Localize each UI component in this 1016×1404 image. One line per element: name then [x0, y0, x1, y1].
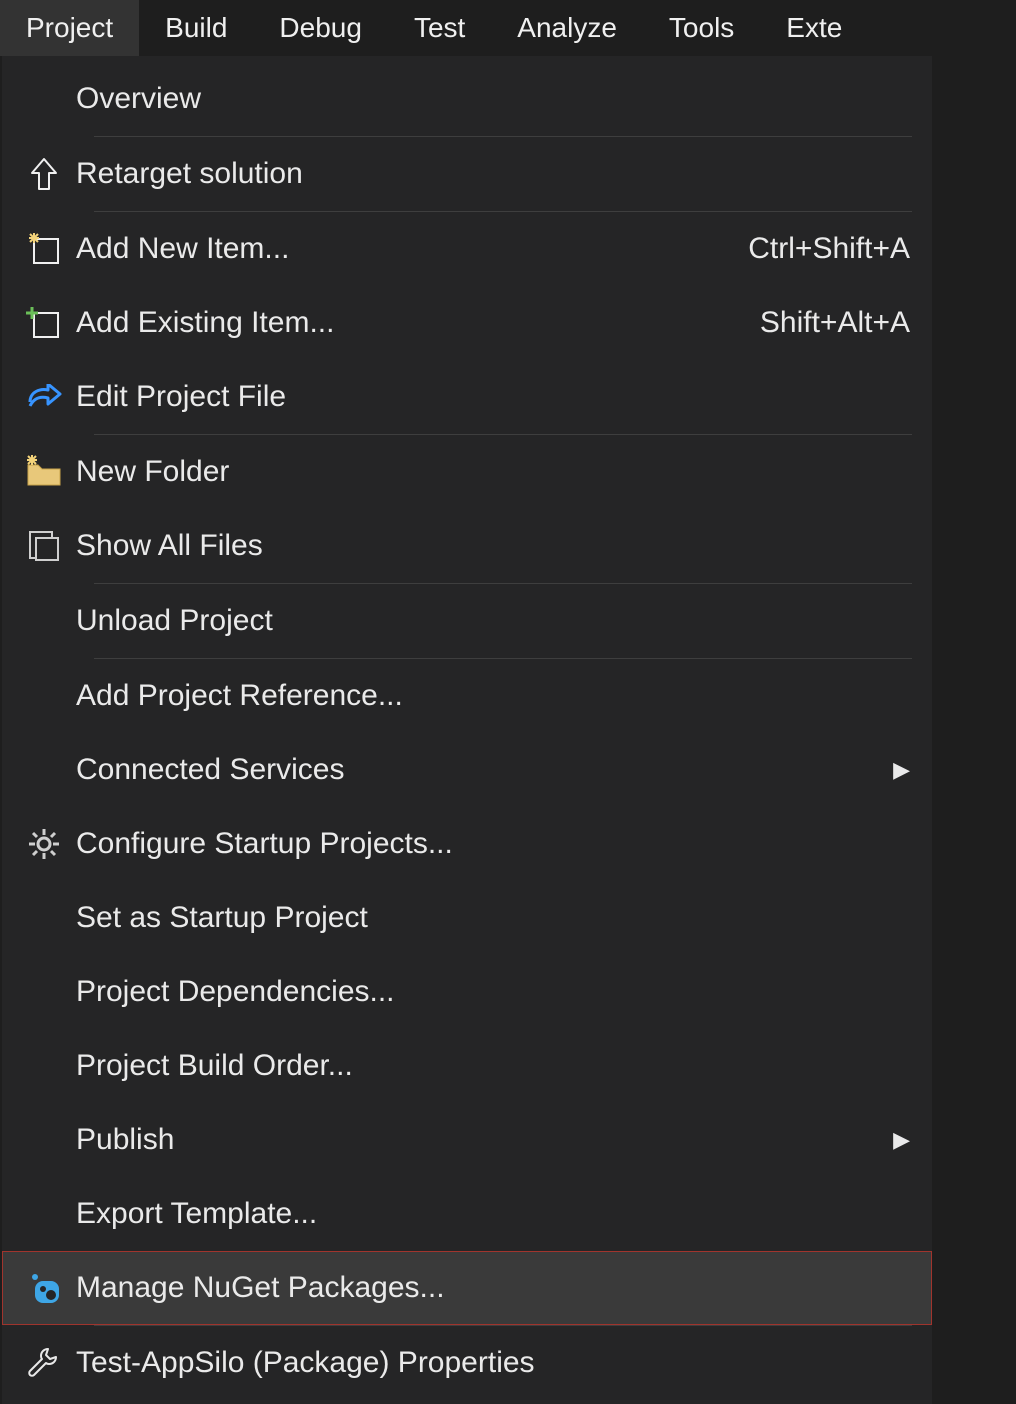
new-folder-icon — [12, 455, 76, 489]
menubar-item-debug[interactable]: Debug — [253, 0, 388, 56]
menu-item-label: Connected Services — [76, 753, 344, 787]
menu-item-unload-project[interactable]: Unload Project — [2, 584, 932, 658]
arrow-up-icon — [12, 157, 76, 191]
menu-item-publish[interactable]: Publish ▶ — [2, 1103, 932, 1177]
menu-item-label: Edit Project File — [76, 380, 286, 414]
menu-item-label: Project Dependencies... — [76, 975, 395, 1009]
menu-item-export-template[interactable]: Export Template... — [2, 1177, 932, 1251]
menu-item-label: Add Existing Item... — [76, 306, 334, 340]
menu-item-shortcut: Ctrl+Shift+A — [748, 232, 910, 266]
wrench-icon — [12, 1345, 76, 1381]
existing-item-icon — [12, 305, 76, 341]
menu-item-project-properties[interactable]: Test-AppSilo (Package) Properties — [2, 1326, 932, 1400]
menu-item-retarget-solution[interactable]: Retarget solution — [2, 137, 932, 211]
menu-item-add-existing-item[interactable]: Add Existing Item... Shift+Alt+A — [2, 286, 932, 360]
redo-arrow-icon — [12, 384, 76, 410]
menu-item-add-project-reference[interactable]: Add Project Reference... — [2, 659, 932, 733]
menu-item-label: Overview — [76, 82, 201, 116]
menu-item-edit-project-file[interactable]: Edit Project File — [2, 360, 932, 434]
menu-item-project-build-order[interactable]: Project Build Order... — [2, 1029, 932, 1103]
project-menu-dropdown: Overview Retarget solution Add New Item.… — [2, 56, 932, 1404]
menubar-item-analyze[interactable]: Analyze — [491, 0, 643, 56]
menu-item-label: Retarget solution — [76, 157, 303, 191]
menu-item-shortcut: Shift+Alt+A — [760, 306, 910, 340]
menu-item-set-as-startup-project[interactable]: Set as Startup Project — [2, 881, 932, 955]
menu-item-overview[interactable]: Overview — [2, 62, 932, 136]
gear-icon — [12, 827, 76, 861]
menu-item-label: Publish — [76, 1123, 174, 1157]
menu-item-label: Show All Files — [76, 529, 263, 563]
show-all-files-icon — [12, 528, 76, 564]
menu-item-label: Add New Item... — [76, 232, 289, 266]
menubar-item-tools[interactable]: Tools — [643, 0, 760, 56]
menu-item-manage-nuget-packages[interactable]: Manage NuGet Packages... — [2, 1251, 932, 1325]
menu-item-connected-services[interactable]: Connected Services ▶ — [2, 733, 932, 807]
menu-item-label: Configure Startup Projects... — [76, 827, 453, 861]
menu-item-add-new-item[interactable]: Add New Item... Ctrl+Shift+A — [2, 212, 932, 286]
chevron-right-icon: ▶ — [885, 757, 910, 783]
nuget-icon — [12, 1271, 76, 1305]
menubar: Project Build Debug Test Analyze Tools E… — [0, 0, 1016, 56]
menu-item-new-folder[interactable]: New Folder — [2, 435, 932, 509]
menu-item-label: Project Build Order... — [76, 1049, 353, 1083]
menu-item-label: New Folder — [76, 455, 229, 489]
menu-item-label: Unload Project — [76, 604, 273, 638]
menu-item-label: Test-AppSilo (Package) Properties — [76, 1346, 535, 1380]
menu-item-label: Manage NuGet Packages... — [76, 1271, 445, 1305]
chevron-right-icon: ▶ — [885, 1127, 910, 1153]
menu-item-project-dependencies[interactable]: Project Dependencies... — [2, 955, 932, 1029]
menubar-item-test[interactable]: Test — [388, 0, 491, 56]
menu-item-show-all-files[interactable]: Show All Files — [2, 509, 932, 583]
menu-item-label: Export Template... — [76, 1197, 317, 1231]
menu-item-configure-startup-projects[interactable]: Configure Startup Projects... — [2, 807, 932, 881]
menubar-item-extensions[interactable]: Exte — [760, 0, 868, 56]
menu-item-label: Add Project Reference... — [76, 679, 403, 713]
menubar-item-build[interactable]: Build — [139, 0, 253, 56]
menubar-item-project[interactable]: Project — [0, 0, 139, 56]
new-item-icon — [12, 231, 76, 267]
menu-item-label: Set as Startup Project — [76, 901, 368, 935]
